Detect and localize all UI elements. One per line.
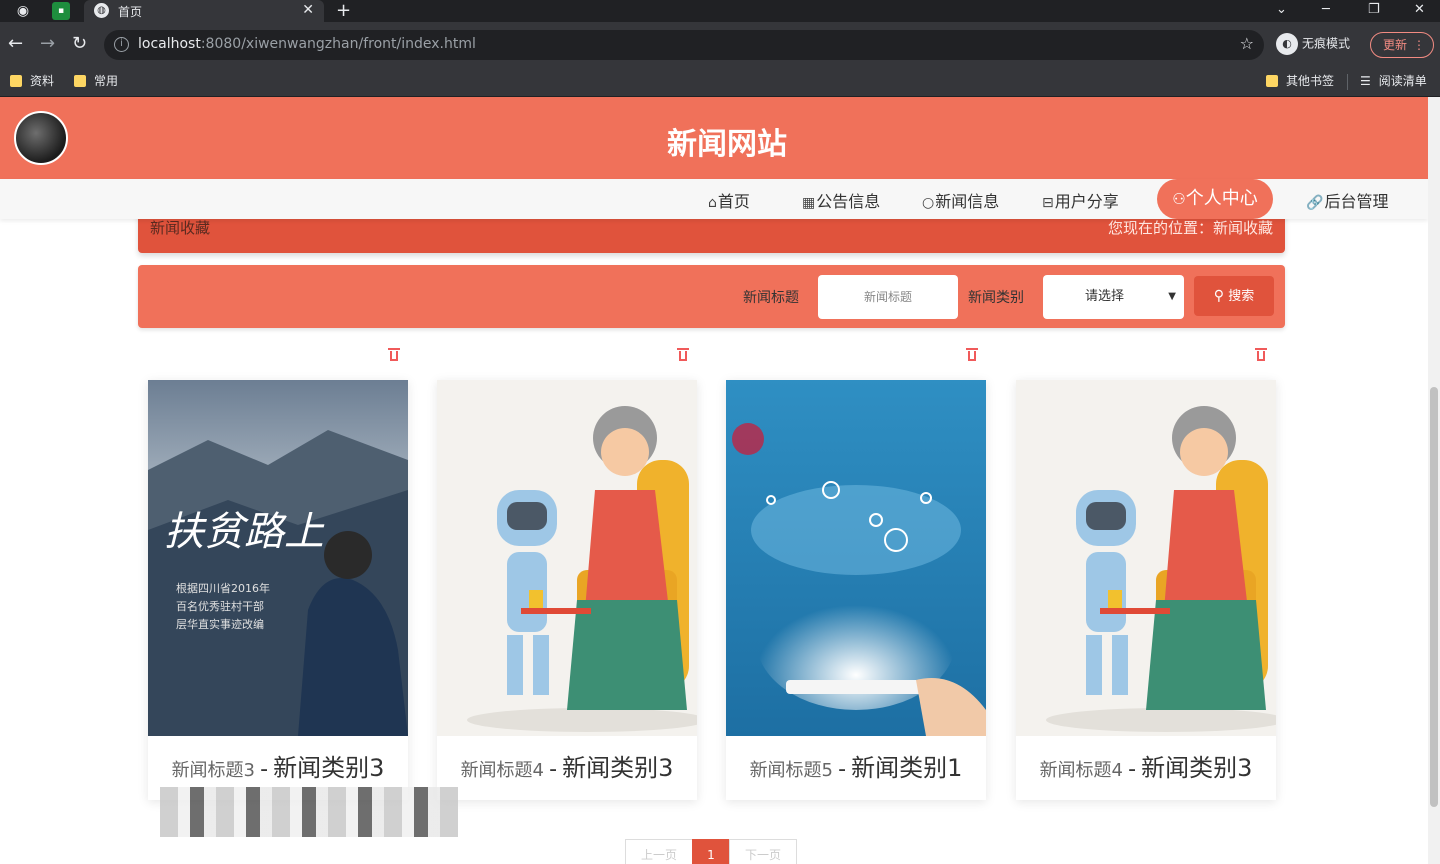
user-icon: ⚇ [1172,190,1186,208]
tab-title: 首页 [118,5,143,19]
news-card[interactable]: 新闻标题5 - 新闻类别1 [726,380,986,800]
web-page: 新闻网站 ⌂首页 ▦公告信息 ○新闻信息 ⊟用户分享 ⚇个人中心 🔗后台管理 新… [0,97,1428,864]
poster-line: 层华直实事迹改编 [176,617,264,631]
close-tab-icon[interactable]: ✕ [302,2,314,18]
reading-list-icon: ☰ [1360,74,1371,88]
close-window-icon[interactable]: ✕ [1414,0,1425,20]
incognito-icon: ◐ [1276,33,1298,55]
caption-separator: - [1128,757,1137,782]
caption-separator: - [549,757,558,782]
app-icon[interactable]: ▪ [52,2,70,20]
circle-icon: ○ [922,195,935,211]
minimize-icon[interactable]: ─ [1322,0,1330,20]
forward-icon[interactable]: → [40,33,55,55]
page-1-button[interactable]: 1 [692,839,730,864]
bookmarks-bar: 资料 常用 其他书签 ☰ 阅读清单 [0,66,1440,97]
reload-icon[interactable]: ↻ [72,33,87,55]
tab-search-icon[interactable]: ⌄ [1276,0,1287,20]
blurred-overlay [160,787,458,837]
folder-icon [10,75,22,87]
news-card[interactable]: 扶贫路上 根据四川省2016年 百名优秀驻村干部 层华直实事迹改编 新闻标题3 … [148,380,408,800]
more-menu-icon: ⋮ [1413,38,1425,52]
scrollbar-thumb[interactable] [1430,387,1438,807]
news-card[interactable]: 新闻标题4 - 新闻类别3 [437,380,697,800]
poster-line: 百名优秀驻村干部 [176,599,264,613]
news-category: 新闻类别3 [1141,754,1253,782]
bookmarks-divider [1347,74,1348,90]
current-location: 您现在的位置：新闻收藏 [1107,219,1273,237]
nav-user-share[interactable]: ⊟用户分享 [1042,188,1119,212]
new-tab-button[interactable]: + [336,0,351,22]
chevron-down-icon: ▼ [1168,291,1176,302]
page-scrollbar[interactable] [1428,97,1440,864]
url-text: localhost:8080/xiwenwangzhan/front/index… [138,36,476,52]
folder-icon [74,75,86,87]
nav-news[interactable]: ○新闻信息 [922,188,999,212]
reading-list[interactable]: ☰ 阅读清单 [1360,72,1427,89]
incognito-indicator[interactable]: ◐ 无痕模式 [1276,33,1350,55]
title-search-input[interactable]: 新闻标题 [818,275,958,319]
browser-toolbar: ← → ↻ i localhost:8080/xiwenwangzhan/fro… [0,22,1440,66]
folder-icon [1266,75,1278,87]
other-bookmarks[interactable]: 其他书签 [1266,72,1334,89]
site-title: 新闻网站 [667,127,787,162]
delete-icon[interactable] [388,347,400,361]
news-image[interactable] [1016,380,1276,736]
browser-menu-icon[interactable]: ◉ [14,2,32,20]
poster-title: 扶贫路上 [164,509,325,555]
bookmark-folder-ziliao[interactable]: 资料 [10,72,54,89]
delete-icon[interactable] [1255,347,1267,361]
next-page-button[interactable]: 下一页 [729,839,797,864]
delete-icon[interactable] [966,347,978,361]
caption-separator: - [838,757,847,782]
cursor-highlight [732,423,764,455]
poster-line: 根据四川省2016年 [176,581,270,595]
card-caption: 新闻标题5 - 新闻类别1 [726,736,986,800]
globe-icon: ◍ [94,3,109,18]
category-select[interactable]: 请选择 ▼ [1043,275,1184,319]
news-image[interactable] [726,380,986,736]
bookmark-folder-changyong[interactable]: 常用 [74,72,118,89]
nav-admin[interactable]: 🔗后台管理 [1306,188,1388,212]
gift-icon: ▦ [802,195,816,211]
news-image[interactable] [437,380,697,736]
news-title: 新闻标题3 [171,760,256,781]
main-nav: ⌂首页 ▦公告信息 ○新闻信息 ⊟用户分享 ⚇个人中心 🔗后台管理 [0,179,1428,219]
nav-personal-center[interactable]: ⚇个人中心 [1157,179,1273,219]
home-icon: ⌂ [708,195,717,211]
news-image[interactable]: 扶贫路上 根据四川省2016年 百名优秀驻村干部 层华直实事迹改编 [148,380,408,736]
news-title: 新闻标题4 [460,760,545,781]
nav-home[interactable]: ⌂首页 [708,188,750,212]
news-title: 新闻标题4 [1039,760,1124,781]
card-caption: 新闻标题4 - 新闻类别3 [1016,736,1276,800]
link-icon: 🔗 [1306,195,1324,211]
address-bar[interactable]: i localhost:8080/xiwenwangzhan/front/ind… [104,30,1264,60]
printer-icon: ⊟ [1042,195,1054,211]
news-category: 新闻类别3 [273,754,385,782]
page-title: 新闻收藏 [150,219,211,237]
news-category: 新闻类别1 [851,754,963,782]
prev-page-button[interactable]: 上一页 [625,839,693,864]
category-label: 新闻类别 [968,290,1024,306]
caption-separator: - [260,757,269,782]
search-bar: 新闻标题 新闻标题 新闻类别 请选择 ▼ ⚲ 搜索 [138,265,1285,328]
back-icon[interactable]: ← [8,33,23,55]
browser-tab-bar: ◉ ▪ ◍ 首页 ✕ + ⌄ ─ ❐ ✕ [0,0,1440,22]
site-header: 新闻网站 [0,97,1428,179]
news-category: 新闻类别3 [562,754,674,782]
restore-icon[interactable]: ❐ [1368,0,1380,20]
nav-announcements[interactable]: ▦公告信息 [802,188,880,212]
news-title: 新闻标题5 [749,760,834,781]
card-caption: 新闻标题4 - 新闻类别3 [437,736,697,800]
search-button[interactable]: ⚲ 搜索 [1194,276,1274,316]
news-card[interactable]: 新闻标题4 - 新闻类别3 [1016,380,1276,800]
active-tab[interactable]: ◍ 首页 ✕ [84,0,324,22]
search-icon: ⚲ [1213,288,1225,304]
info-icon[interactable]: i [114,37,129,52]
update-button[interactable]: 更新 ⋮ [1370,32,1434,58]
title-label: 新闻标题 [743,290,799,306]
bookmark-star-icon[interactable]: ☆ [1240,34,1254,53]
delete-icon[interactable] [677,347,689,361]
